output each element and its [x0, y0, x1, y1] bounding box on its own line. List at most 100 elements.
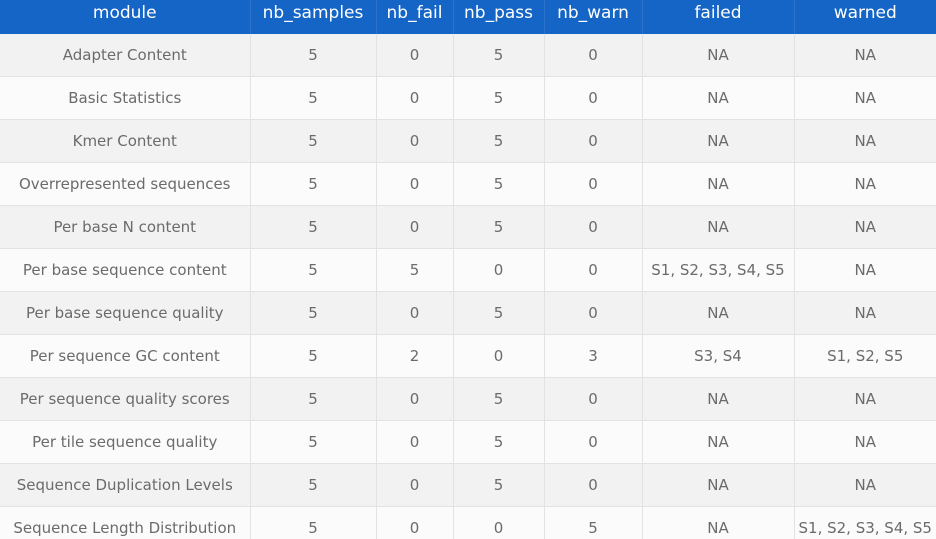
nb-fail-cell: 0 — [376, 420, 454, 464]
nb-fail-cell: 5 — [376, 248, 454, 292]
failed-cell: NA — [642, 377, 795, 421]
table-row: Per sequence quality scores 5 0 5 0 NA N… — [0, 377, 936, 421]
nb-pass-cell: 5 — [453, 34, 545, 77]
nb-samples-cell: 5 — [250, 334, 377, 378]
failed-cell: NA — [642, 463, 795, 507]
nb-samples-cell: 5 — [250, 248, 377, 292]
warned-cell: NA — [794, 76, 936, 120]
nb-pass-cell: 5 — [453, 162, 545, 206]
nb-samples-cell: 5 — [250, 76, 377, 120]
nb-warn-cell: 0 — [544, 119, 643, 163]
nb-warn-cell: 0 — [544, 205, 643, 249]
warned-cell: NA — [794, 205, 936, 249]
failed-cell: NA — [642, 420, 795, 464]
failed-cell: S3, S4 — [642, 334, 795, 378]
warned-cell: NA — [794, 119, 936, 163]
module-cell: Per base N content — [0, 205, 251, 249]
column-header-nb-pass[interactable]: nb_pass — [453, 0, 545, 34]
table-row: Kmer Content 5 0 5 0 NA NA — [0, 119, 936, 163]
nb-fail-cell: 0 — [376, 34, 454, 77]
failed-cell: NA — [642, 34, 795, 77]
nb-fail-cell: 0 — [376, 119, 454, 163]
nb-samples-cell: 5 — [250, 291, 377, 335]
table-row: Sequence Duplication Levels 5 0 5 0 NA N… — [0, 463, 936, 507]
nb-samples-cell: 5 — [250, 34, 377, 77]
warned-cell: S1, S2, S3, S4, S5 — [794, 506, 936, 539]
module-cell: Sequence Duplication Levels — [0, 463, 251, 507]
nb-fail-cell: 0 — [376, 162, 454, 206]
module-cell: Per base sequence content — [0, 248, 251, 292]
nb-samples-cell: 5 — [250, 420, 377, 464]
nb-warn-cell: 0 — [544, 248, 643, 292]
table-row: Adapter Content 5 0 5 0 NA NA — [0, 34, 936, 77]
failed-cell: NA — [642, 506, 795, 539]
nb-warn-cell: 0 — [544, 76, 643, 120]
nb-pass-cell: 5 — [453, 76, 545, 120]
nb-pass-cell: 5 — [453, 377, 545, 421]
table-row: Per base N content 5 0 5 0 NA NA — [0, 205, 936, 249]
nb-fail-cell: 2 — [376, 334, 454, 378]
qc-summary-table: module nb_samples nb_fail nb_pass nb_war… — [0, 0, 936, 539]
warned-cell: NA — [794, 162, 936, 206]
column-header-module[interactable]: module — [0, 0, 251, 34]
table-row: Per base sequence content 5 5 0 0 S1, S2… — [0, 248, 936, 292]
module-cell: Overrepresented sequences — [0, 162, 251, 206]
nb-samples-cell: 5 — [250, 377, 377, 421]
nb-warn-cell: 0 — [544, 34, 643, 77]
failed-cell: NA — [642, 162, 795, 206]
table-row: Per tile sequence quality 5 0 5 0 NA NA — [0, 420, 936, 464]
module-cell: Per sequence GC content — [0, 334, 251, 378]
module-cell: Basic Statistics — [0, 76, 251, 120]
module-cell: Adapter Content — [0, 34, 251, 77]
failed-cell: NA — [642, 119, 795, 163]
nb-warn-cell: 0 — [544, 162, 643, 206]
nb-pass-cell: 5 — [453, 119, 545, 163]
table-row: Basic Statistics 5 0 5 0 NA NA — [0, 76, 936, 120]
failed-cell: NA — [642, 205, 795, 249]
table-row: Per sequence GC content 5 2 0 3 S3, S4 S… — [0, 334, 936, 378]
table-row: Overrepresented sequences 5 0 5 0 NA NA — [0, 162, 936, 206]
table-row: Sequence Length Distribution 5 0 0 5 NA … — [0, 506, 936, 539]
module-cell: Per base sequence quality — [0, 291, 251, 335]
warned-cell: NA — [794, 377, 936, 421]
column-header-warned[interactable]: warned — [794, 0, 936, 34]
warned-cell: NA — [794, 463, 936, 507]
warned-cell: NA — [794, 34, 936, 77]
nb-warn-cell: 0 — [544, 420, 643, 464]
failed-cell: NA — [642, 76, 795, 120]
nb-pass-cell: 0 — [453, 334, 545, 378]
nb-fail-cell: 0 — [376, 506, 454, 539]
nb-warn-cell: 3 — [544, 334, 643, 378]
nb-warn-cell: 0 — [544, 377, 643, 421]
module-cell: Sequence Length Distribution — [0, 506, 251, 539]
table-row: Per base sequence quality 5 0 5 0 NA NA — [0, 291, 936, 335]
nb-fail-cell: 0 — [376, 76, 454, 120]
failed-cell: S1, S2, S3, S4, S5 — [642, 248, 795, 292]
nb-fail-cell: 0 — [376, 377, 454, 421]
warned-cell: NA — [794, 248, 936, 292]
nb-samples-cell: 5 — [250, 463, 377, 507]
nb-warn-cell: 5 — [544, 506, 643, 539]
column-header-failed[interactable]: failed — [642, 0, 795, 34]
nb-samples-cell: 5 — [250, 119, 377, 163]
nb-samples-cell: 5 — [250, 506, 377, 539]
nb-pass-cell: 0 — [453, 506, 545, 539]
failed-cell: NA — [642, 291, 795, 335]
nb-samples-cell: 5 — [250, 162, 377, 206]
module-cell: Per sequence quality scores — [0, 377, 251, 421]
module-cell: Per tile sequence quality — [0, 420, 251, 464]
nb-warn-cell: 0 — [544, 463, 643, 507]
nb-fail-cell: 0 — [376, 291, 454, 335]
nb-pass-cell: 5 — [453, 420, 545, 464]
warned-cell: NA — [794, 420, 936, 464]
nb-warn-cell: 0 — [544, 291, 643, 335]
column-header-nb-samples[interactable]: nb_samples — [250, 0, 377, 34]
nb-pass-cell: 0 — [453, 248, 545, 292]
table-header-row: module nb_samples nb_fail nb_pass nb_war… — [0, 0, 936, 34]
column-header-nb-warn[interactable]: nb_warn — [544, 0, 643, 34]
nb-fail-cell: 0 — [376, 463, 454, 507]
nb-pass-cell: 5 — [453, 291, 545, 335]
column-header-nb-fail[interactable]: nb_fail — [376, 0, 454, 34]
nb-fail-cell: 0 — [376, 205, 454, 249]
nb-samples-cell: 5 — [250, 205, 377, 249]
